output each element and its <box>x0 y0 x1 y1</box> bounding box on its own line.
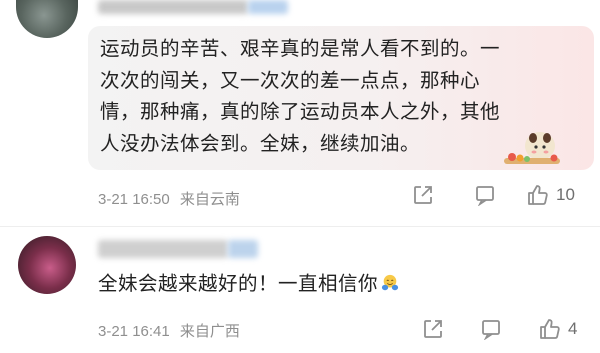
user-badge-blurred <box>228 240 258 258</box>
comment-icon <box>476 186 494 206</box>
thumbs-up-icon <box>528 185 548 205</box>
like-count: 4 <box>568 319 578 338</box>
comment-time: 3-21 16:41 <box>98 323 170 340</box>
username-blurred[interactable] <box>98 240 228 258</box>
bubble-sticker-icon <box>504 132 560 164</box>
comment-text-line: 次次的闯关，又一次次的差一点点，那种心 <box>100 68 481 92</box>
comment-text-line: 情，那种痛，真的除了运动员本人之外，其他 <box>100 100 501 123</box>
share-icon <box>424 320 442 338</box>
comment-text-line: 运动员的辛苦、艰辛真的是常人看不到的。一 <box>100 37 501 60</box>
reply-button[interactable] <box>480 318 502 340</box>
like-button[interactable]: 4 <box>538 317 577 341</box>
comment-source: 来自云南 <box>179 191 240 208</box>
comment-time: 3-21 16:50 <box>98 191 170 208</box>
hugging-face-emoji-icon <box>381 274 399 290</box>
share-button[interactable] <box>422 318 444 340</box>
share-button[interactable] <box>412 184 434 206</box>
reply-button[interactable] <box>474 184 496 206</box>
like-count: 10 <box>556 185 575 204</box>
like-button[interactable]: 10 <box>526 183 575 207</box>
avatar[interactable] <box>18 236 76 294</box>
comment-meta: 3-21 16:41 来自广西 <box>98 320 240 341</box>
username-blurred[interactable] <box>98 0 248 14</box>
comment-icon <box>482 320 500 340</box>
comment-source: 来自广西 <box>179 323 240 340</box>
user-badge-blurred <box>248 0 288 14</box>
thumbs-up-icon <box>540 319 560 339</box>
comment-text: 全妹会越来越好的！一直相信你 <box>98 270 399 298</box>
comment-meta: 3-21 16:50 来自云南 <box>98 188 240 209</box>
comment-text-content: 全妹会越来越好的！一直相信你 <box>98 272 379 295</box>
share-icon <box>414 186 432 204</box>
